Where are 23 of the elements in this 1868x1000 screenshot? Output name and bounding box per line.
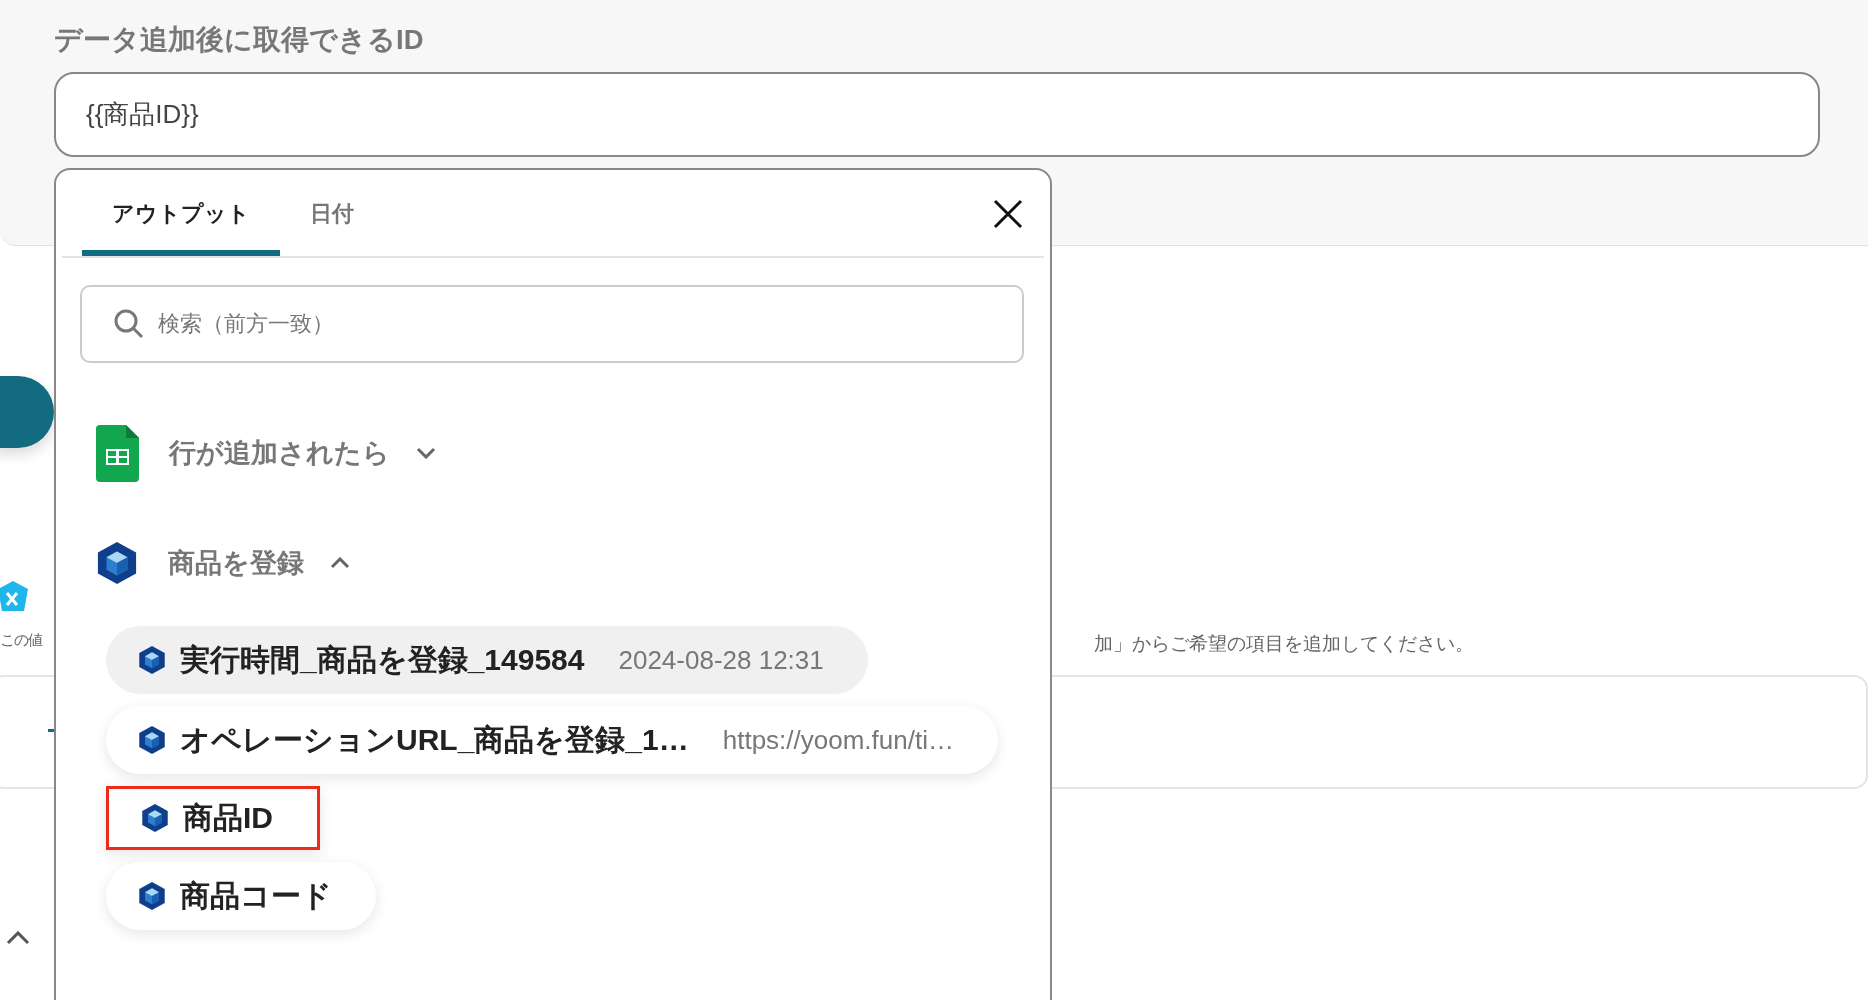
cube-icon [96,542,138,584]
cube-icon [141,804,169,832]
tab[interactable]: アウトプット [82,170,280,256]
cube-icon [138,726,166,754]
cube-icon [138,882,166,910]
cube-icon [138,646,166,674]
chevron-up-icon[interactable] [6,931,30,945]
search-icon [114,309,144,339]
tab[interactable]: 日付 [280,170,384,256]
group-toggle[interactable]: 行が追加されたら [169,435,436,471]
search-field[interactable]: 検索（前方一致） [80,285,1024,363]
description-text: この値 [0,631,42,650]
output-item[interactable]: 商品コード [106,862,376,930]
field-label: データ追加後に取得できるID [54,23,425,57]
group-toggle[interactable]: 商品を登録 [168,545,350,581]
output-item[interactable]: 実行時間_商品を登録_149584 2024-08-28 12:31 [106,626,868,694]
description-text: 加」からご希望の項目を追加してください。 [1094,632,1474,656]
input-field[interactable]: {{商品ID}} [54,72,1820,157]
output-item[interactable]: 商品ID [106,786,320,850]
close-button[interactable] [992,198,1024,230]
output-item[interactable]: オペレーションURL_商品を登録_1… https://yoom.fun/ti… [106,706,998,774]
spreadsheet-icon [96,424,139,482]
action-button[interactable] [0,376,54,448]
